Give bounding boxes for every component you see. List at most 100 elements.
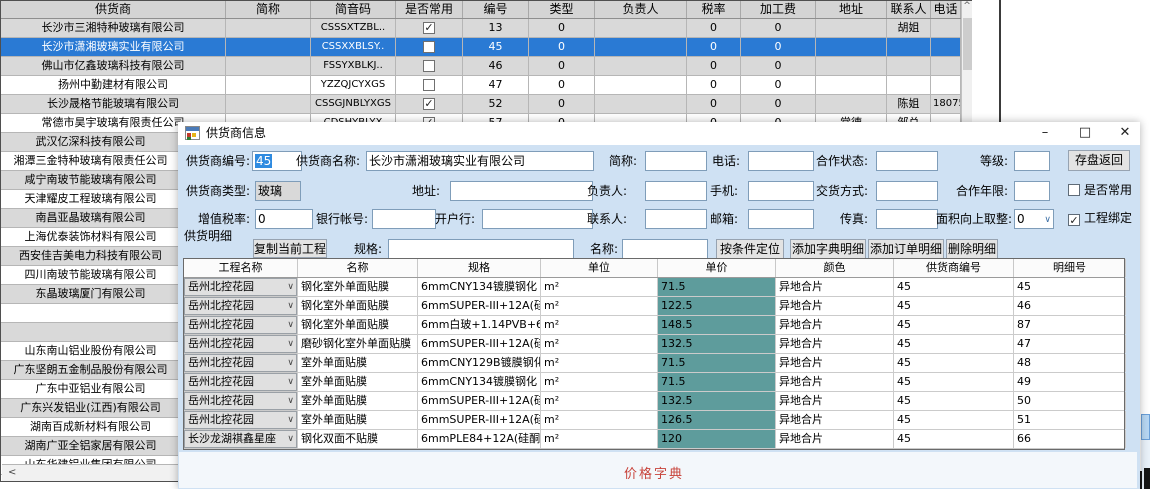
common-use-checkbox[interactable]: 是否常用 bbox=[1068, 183, 1132, 197]
bg-column-header[interactable]: 编号 bbox=[463, 1, 529, 18]
table-cell: 0 bbox=[687, 76, 741, 94]
project-combo[interactable]: 岳州北控花园∨ bbox=[184, 411, 297, 429]
supplier-row[interactable]: 广东坚朗五金制品股份有限公司 bbox=[1, 361, 180, 380]
project-combo[interactable]: 岳州北控花园∨ bbox=[184, 373, 297, 391]
project-cell: 岳州北控花园∨ bbox=[184, 335, 298, 353]
supplier-row[interactable]: 扬州中勤建材有限公司YZZQJCYXGS47000 bbox=[1, 76, 961, 95]
save-return-button[interactable]: 存盘返回 bbox=[1068, 150, 1130, 171]
scroll-left-icon[interactable]: < bbox=[8, 467, 16, 478]
detail-row[interactable]: 岳州北控花园∨室外单面贴膜6mmCNY129B镀膜钢化m²71.5异地合片454… bbox=[184, 354, 1124, 373]
vertical-scrollbar[interactable]: ^ bbox=[961, 1, 972, 132]
supplier-row[interactable] bbox=[1, 304, 180, 323]
add-dictionary-detail-button[interactable]: 添加字典明细 bbox=[790, 239, 866, 259]
name-filter-input[interactable] bbox=[622, 239, 708, 259]
supplier-row[interactable]: 湖南广亚全铝家居有限公司 bbox=[1, 437, 180, 456]
detail-row[interactable]: 长沙龙湖祺鑫星座∨钢化双面不贴膜6mmPLE84+12A(硅酮胶...m²120… bbox=[184, 430, 1124, 449]
detail-row[interactable]: 岳州北控花园∨钢化室外单面贴膜6mmCNY134镀膜钢化m²71.5异地合片45… bbox=[184, 278, 1124, 297]
grid-column-header[interactable]: 工程名称 bbox=[184, 259, 298, 277]
supplier-row[interactable]: 四川南玻节能玻璃有限公司 bbox=[1, 266, 180, 285]
bg-column-header[interactable]: 简称 bbox=[226, 1, 311, 18]
bg-column-header[interactable]: 加工费 bbox=[741, 1, 816, 18]
supplier-row[interactable]: 湖南百成新材料有限公司 bbox=[1, 418, 180, 437]
copy-current-project-button[interactable]: 复制当前工程 bbox=[253, 239, 327, 258]
supplier-row[interactable]: 西安佳吉美电力科技有限公司 bbox=[1, 247, 180, 266]
supplier-row[interactable]: 天津耀皮工程玻璃有限公司 bbox=[1, 190, 180, 209]
bg-column-header[interactable]: 联系人 bbox=[887, 1, 931, 18]
project-combo[interactable]: 岳州北控花园∨ bbox=[184, 316, 297, 334]
supplier-row[interactable]: 长沙市潇湘玻璃实业有限公司CSSXXBLSY..45000 bbox=[1, 38, 961, 57]
supplier-row[interactable]: 上海优泰装饰材料有限公司 bbox=[1, 228, 180, 247]
bg-column-header[interactable]: 负责人 bbox=[595, 1, 687, 18]
supplier-row[interactable]: 南昌亚晶玻璃有限公司 bbox=[1, 209, 180, 228]
coop-years-input[interactable] bbox=[1014, 181, 1050, 201]
project-combo[interactable]: 岳州北控花园∨ bbox=[184, 335, 297, 353]
supplier-row[interactable]: 广东兴发铝业(江西)有限公司 bbox=[1, 399, 180, 418]
project-bind-checkbox[interactable]: ✓工程绑定 bbox=[1068, 211, 1132, 226]
table-cell bbox=[887, 38, 931, 56]
bg-column-header[interactable]: 简音码 bbox=[311, 1, 396, 18]
supplier-row[interactable]: 山东南山铝业股份有限公司 bbox=[1, 342, 180, 361]
bg-column-header[interactable]: 地址 bbox=[816, 1, 887, 18]
grid-column-header[interactable]: 规格 bbox=[418, 259, 541, 277]
detail-row[interactable]: 岳州北控花园∨钢化室外单面贴膜6mmSUPER-III+12A(硅...m²12… bbox=[184, 297, 1124, 316]
scrollbar-thumb[interactable] bbox=[963, 18, 972, 70]
project-combo[interactable]: 岳州北控花园∨ bbox=[184, 297, 297, 315]
vat-input[interactable]: 0 bbox=[255, 209, 313, 229]
table-cell bbox=[887, 57, 931, 75]
delivery-input[interactable] bbox=[876, 181, 938, 201]
project-combo[interactable]: 岳州北控花园∨ bbox=[184, 392, 297, 410]
supplier-row[interactable]: 湘潭三金特种玻璃有限责任公司 bbox=[1, 152, 180, 171]
bg-column-header[interactable]: 税率 bbox=[687, 1, 741, 18]
supplier-row[interactable]: 咸宁南玻节能玻璃有限公司 bbox=[1, 171, 180, 190]
detail-row[interactable]: 岳州北控花园∨磨砂钢化室外单面贴膜6mmSUPER-III+12A(硅...m²… bbox=[184, 335, 1124, 354]
detail-row[interactable]: 岳州北控花园∨室外单面贴膜6mmSUPER-III+12A(硅...m²126.… bbox=[184, 411, 1124, 430]
grid-cell: 异地合片 bbox=[776, 335, 894, 353]
bank-input[interactable] bbox=[372, 209, 436, 229]
detail-row[interactable]: 岳州北控花园∨室外单面贴膜6mmCNY134镀膜钢化m²71.5异地合片4549 bbox=[184, 373, 1124, 392]
grid-column-header[interactable]: 单价 bbox=[658, 259, 776, 277]
coop-status-input[interactable] bbox=[876, 151, 938, 171]
supplier-row[interactable]: 长沙市三湘特种玻璃有限公司CSSSXTZBL..✓13000胡姐 bbox=[1, 19, 961, 38]
bg-column-header[interactable]: 供货商 bbox=[1, 1, 226, 18]
supplier-name-input[interactable]: 长沙市潇湘玻璃实业有限公司 bbox=[366, 151, 594, 171]
grid-column-header[interactable]: 明细号 bbox=[1014, 259, 1126, 277]
close-icon[interactable]: ✕ bbox=[1104, 122, 1146, 145]
table-cell bbox=[226, 95, 311, 113]
supplier-row[interactable]: 东晶玻璃厦门有限公司 bbox=[1, 285, 180, 304]
minimize-icon[interactable]: – bbox=[1024, 122, 1066, 145]
supplier-row[interactable]: 佛山市亿鑫玻璃科技有限公司FSSYXBLKJ..46000 bbox=[1, 57, 961, 76]
maximize-icon[interactable]: □ bbox=[1064, 122, 1106, 145]
bg-column-header[interactable]: 是否常用 bbox=[396, 1, 463, 18]
supplier-row[interactable] bbox=[1, 323, 180, 342]
grid-column-header[interactable]: 供货商编号 bbox=[894, 259, 1014, 277]
common-checkbox[interactable]: ✓ bbox=[423, 22, 435, 34]
project-combo[interactable]: 岳州北控花园∨ bbox=[184, 278, 297, 296]
bg-column-header[interactable]: 电话 bbox=[931, 1, 961, 18]
price-cell: 120 bbox=[658, 430, 776, 448]
project-combo[interactable]: 长沙龙湖祺鑫星座∨ bbox=[184, 430, 297, 448]
supplier-row[interactable]: 武汉亿深科技有限公司 bbox=[1, 133, 180, 152]
scroll-up-icon[interactable]: ^ bbox=[963, 1, 971, 11]
address-input[interactable] bbox=[450, 181, 593, 201]
delete-detail-button[interactable]: 删除明细 bbox=[946, 239, 998, 259]
grid-column-header[interactable]: 单位 bbox=[541, 259, 658, 277]
spec-filter-input[interactable] bbox=[388, 239, 574, 259]
supplier-row[interactable]: 广东中亚铝业有限公司 bbox=[1, 380, 180, 399]
locate-by-condition-button[interactable]: 按条件定位 bbox=[716, 239, 784, 259]
common-checkbox[interactable] bbox=[423, 79, 435, 91]
round-up-select[interactable]: 0 ∨ bbox=[1014, 209, 1054, 229]
grid-column-header[interactable]: 名称 bbox=[298, 259, 418, 277]
detail-row[interactable]: 岳州北控花园∨钢化室外单面贴膜6mm白玻+1.14PVB+6mm...m²148… bbox=[184, 316, 1124, 335]
supplier-row[interactable]: 长沙晟格节能玻璃有限公司CSSGJNBLYXGS✓52000陈姐180751 bbox=[1, 95, 961, 114]
supplier-type-input[interactable]: 玻璃 bbox=[255, 181, 301, 201]
common-checkbox[interactable] bbox=[423, 60, 435, 72]
project-combo[interactable]: 岳州北控花园∨ bbox=[184, 354, 297, 372]
grid-column-header[interactable]: 颜色 bbox=[776, 259, 894, 277]
grade-input[interactable] bbox=[1014, 151, 1050, 171]
add-order-detail-button[interactable]: 添加订单明细 bbox=[868, 239, 944, 259]
common-checkbox[interactable] bbox=[423, 41, 435, 53]
common-checkbox[interactable]: ✓ bbox=[423, 98, 435, 110]
detail-row[interactable]: 岳州北控花园∨室外单面贴膜6mmSUPER-III+12A(硅...m²132.… bbox=[184, 392, 1124, 411]
bg-column-header[interactable]: 类型 bbox=[529, 1, 595, 18]
horizontal-scrollbar[interactable]: < bbox=[2, 464, 179, 481]
